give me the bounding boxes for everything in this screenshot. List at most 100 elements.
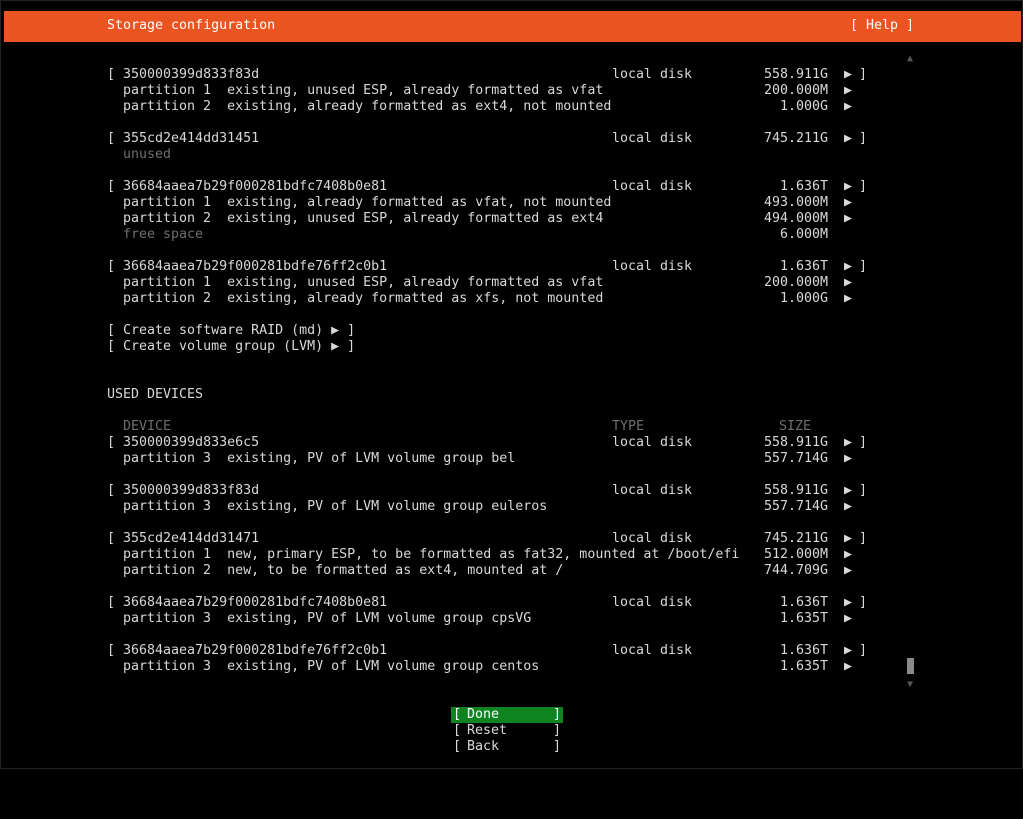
done-label: Done [467, 707, 500, 722]
disk-size: 558.911G [763, 67, 828, 82]
disk-row[interactable]: [ 350000399d833f83d [107, 483, 259, 499]
disk-type: local disk [612, 595, 693, 610]
disk-row[interactable]: [ 355cd2e414dd31451 [107, 131, 259, 147]
partition-size: 744.709G [763, 563, 828, 578]
expand-arrow-icon[interactable]: ▶ [844, 67, 852, 83]
bracket: ] [859, 67, 868, 82]
partition-size: 512.000M [763, 547, 828, 562]
disk-size: 1.636T [779, 259, 828, 274]
partition-row[interactable]: partition 1 existing, unused ESP, alread… [123, 83, 603, 99]
disk-row[interactable]: [ 355cd2e414dd31471 [107, 531, 259, 547]
partition-row: free space [123, 227, 204, 242]
bracket: ] [859, 531, 868, 546]
partition-arrow-icon[interactable]: ▶ [844, 659, 852, 675]
section-heading: USED DEVICES [107, 387, 204, 402]
partition-arrow-icon[interactable]: ▶ [844, 195, 852, 211]
partition-size: 557.714G [763, 451, 828, 466]
partition-arrow-icon[interactable]: ▶ [844, 83, 852, 99]
disk-type: local disk [612, 483, 693, 498]
disk-row[interactable]: [ 36684aaea7b29f000281bdfe76ff2c0b1 [107, 259, 387, 275]
scrollbar-thumb[interactable] [907, 658, 914, 674]
partition-row[interactable]: partition 1 new, primary ESP, to be form… [123, 547, 739, 563]
bracket: ] [859, 179, 868, 194]
expand-arrow-icon[interactable]: ▶ [844, 483, 852, 499]
partition-row[interactable]: partition 2 existing, unused ESP, alread… [123, 211, 603, 227]
partition-arrow-icon[interactable]: ▶ [844, 563, 852, 579]
disk-size: 558.911G [763, 435, 828, 450]
partition-size: 493.000M [763, 195, 828, 210]
disk-type: local disk [612, 67, 693, 82]
bracket: ] [859, 259, 868, 274]
partition-arrow-icon[interactable]: ▶ [844, 99, 852, 115]
partition-size: 200.000M [763, 275, 828, 290]
expand-arrow-icon[interactable]: ▶ [844, 643, 852, 659]
partition-size: 557.714G [763, 499, 828, 514]
partition-size: 1.000G [779, 99, 828, 114]
page-title: Storage configuration [107, 18, 276, 33]
partition-row[interactable]: partition 3 existing, PV of LVM volume g… [123, 611, 531, 627]
bracket: ] [859, 643, 868, 658]
disk-row[interactable]: [ 350000399d833f83d [107, 67, 259, 83]
partition-arrow-icon[interactable]: ▶ [844, 499, 852, 515]
partition-row[interactable]: partition 1 existing, already formatted … [123, 195, 611, 211]
partition-size: 1.000G [779, 291, 828, 306]
partition-size: 1.635T [779, 659, 828, 674]
disk-size: 1.636T [779, 179, 828, 194]
bracket: ] [859, 131, 868, 146]
partition-row[interactable]: partition 3 existing, PV of LVM volume g… [123, 499, 547, 515]
bracket: ] [859, 595, 868, 610]
partition-arrow-icon[interactable]: ▶ [844, 611, 852, 627]
partition-row[interactable]: partition 1 existing, unused ESP, alread… [123, 275, 603, 291]
partition-row[interactable]: partition 3 existing, PV of LVM volume g… [123, 451, 515, 467]
partition-arrow-icon[interactable]: ▶ [844, 211, 852, 227]
reset-label: Reset [467, 723, 508, 738]
create-lvm-button[interactable]: [ Create volume group (LVM) ▶ ] [107, 339, 355, 355]
disk-row[interactable]: [ 36684aaea7b29f000281bdfc7408b0e81 [107, 179, 387, 195]
disk-size: 745.211G [763, 531, 828, 546]
partition-row[interactable]: partition 2 existing, already formatted … [123, 99, 611, 115]
expand-arrow-icon[interactable]: ▶ [844, 179, 852, 195]
partition-size: 6.000M [779, 227, 828, 242]
expand-arrow-icon[interactable]: ▶ [844, 259, 852, 275]
done-button[interactable]: [ Done ] [451, 707, 563, 723]
disk-size: 558.911G [763, 483, 828, 498]
partition-arrow-icon[interactable]: ▶ [844, 547, 852, 563]
partition-arrow-icon[interactable]: ▶ [844, 451, 852, 467]
column-header: TYPE [612, 419, 645, 434]
column-header: DEVICE [123, 419, 172, 434]
partition-arrow-icon[interactable]: ▶ [844, 291, 852, 307]
disk-type: local disk [612, 259, 693, 274]
disk-size: 1.636T [779, 595, 828, 610]
bracket: ] [859, 483, 868, 498]
column-header: SIZE [779, 419, 812, 434]
partition-size: 200.000M [763, 83, 828, 98]
back-label: Back [467, 739, 500, 754]
scroll-up-icon[interactable]: ▲ [907, 51, 913, 67]
disk-type: local disk [612, 179, 693, 194]
expand-arrow-icon[interactable]: ▶ [844, 131, 852, 147]
disk-size: 1.636T [779, 643, 828, 658]
disk-type: local disk [612, 435, 693, 450]
expand-arrow-icon[interactable]: ▶ [844, 595, 852, 611]
help-button[interactable]: [ Help ] [850, 18, 914, 34]
expand-arrow-icon[interactable]: ▶ [844, 435, 852, 451]
title-bar: Storage configuration [ Help ] [4, 11, 1021, 42]
partition-size: 1.635T [779, 611, 828, 626]
partition-size: 494.000M [763, 211, 828, 226]
disk-row[interactable]: [ 350000399d833e6c5 [107, 435, 259, 451]
installer-screen: Storage configuration [ Help ] [ 3500003… [0, 0, 1023, 769]
create-raid-button[interactable]: [ Create software RAID (md) ▶ ] [107, 323, 355, 339]
partition-arrow-icon[interactable]: ▶ [844, 275, 852, 291]
reset-button[interactable]: [ Reset ] [451, 723, 563, 739]
partition-row[interactable]: partition 2 new, to be formatted as ext4… [123, 563, 563, 579]
partition-row: unused [123, 147, 172, 162]
expand-arrow-icon[interactable]: ▶ [844, 531, 852, 547]
partition-row[interactable]: partition 3 existing, PV of LVM volume g… [123, 659, 539, 675]
disk-row[interactable]: [ 36684aaea7b29f000281bdfe76ff2c0b1 [107, 643, 387, 659]
disk-row[interactable]: [ 36684aaea7b29f000281bdfc7408b0e81 [107, 595, 387, 611]
partition-row[interactable]: partition 2 existing, already formatted … [123, 291, 603, 307]
back-button[interactable]: [ Back ] [451, 739, 563, 755]
disk-type: local disk [612, 131, 693, 146]
bracket: ] [859, 435, 868, 450]
scroll-down-icon[interactable]: ▼ [907, 677, 913, 693]
